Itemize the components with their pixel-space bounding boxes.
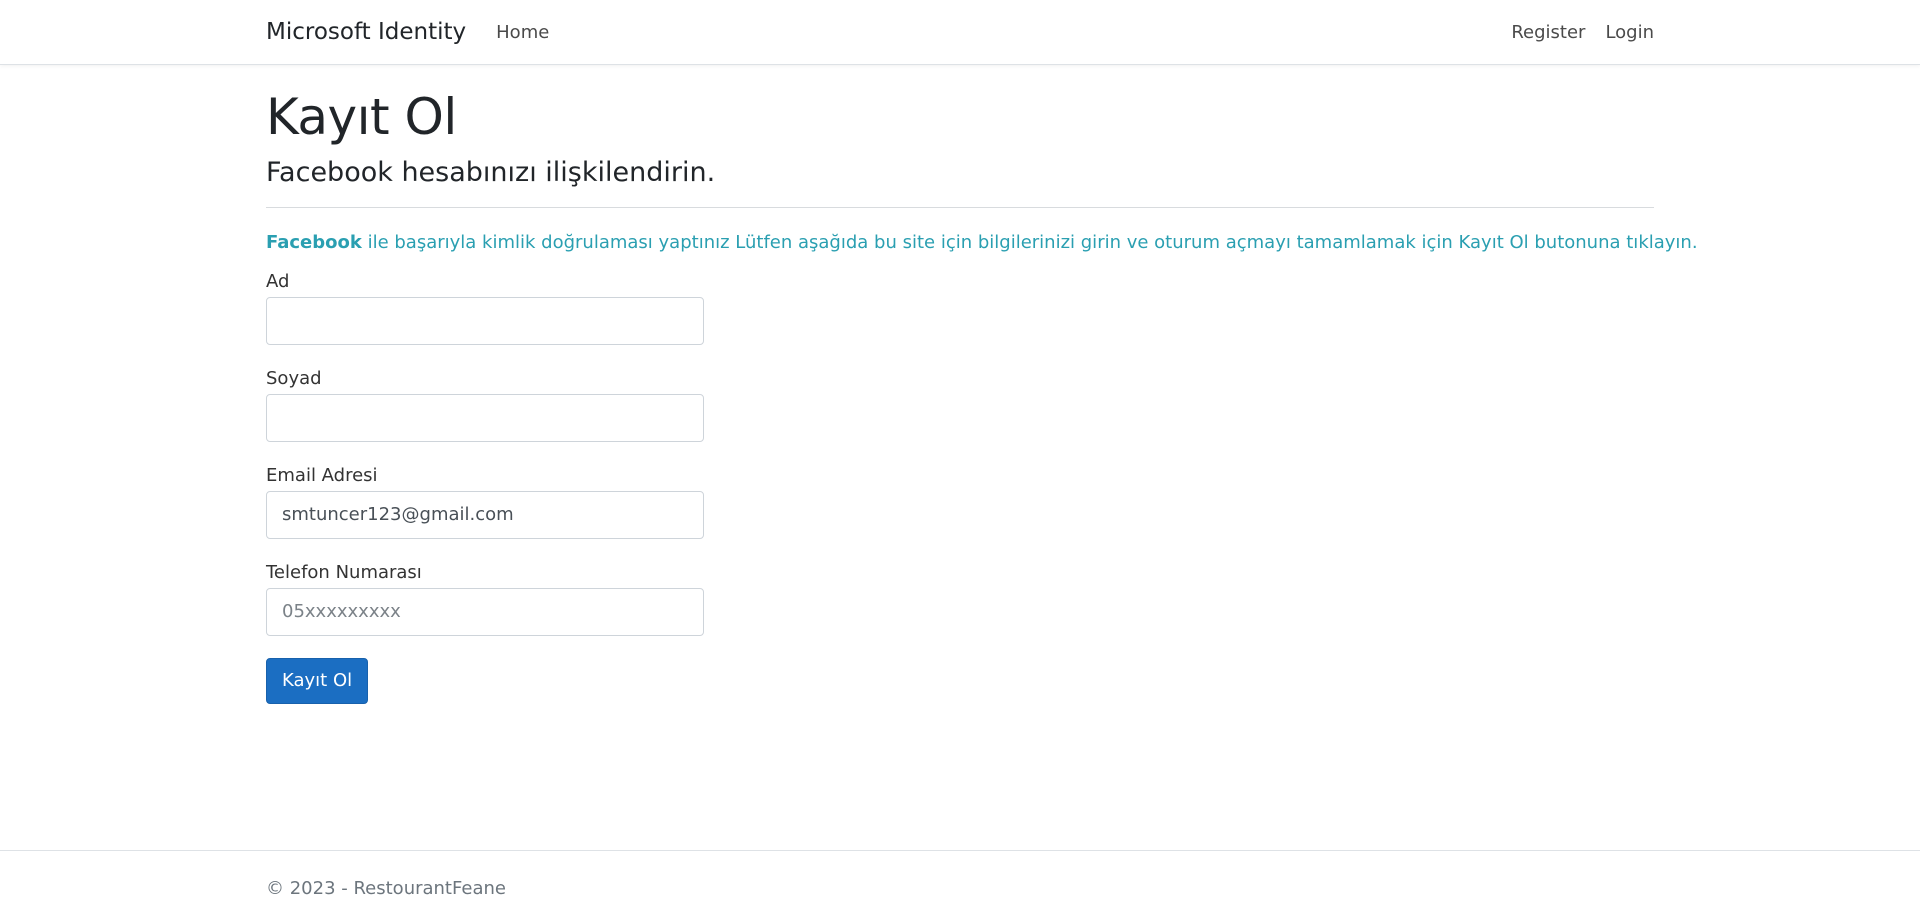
- phone-input[interactable]: [266, 587, 704, 636]
- main-content: Kayıt Ol Facebook hesabınızı ilişkilendi…: [266, 65, 1698, 704]
- nav-register-link[interactable]: Register: [1511, 22, 1585, 43]
- first-name-input[interactable]: [266, 296, 704, 345]
- page-title: Kayıt Ol: [266, 88, 457, 146]
- email-group: Email Adresi: [266, 465, 704, 539]
- email-input[interactable]: [266, 490, 704, 539]
- divider: [266, 206, 1654, 208]
- last-name-label: Soyad: [266, 367, 322, 389]
- navbar: Microsoft Identity Home Register Login: [0, 0, 1920, 65]
- register-form: Ad Soyad Email Adresi Telefon Numarası K…: [266, 271, 704, 704]
- email-label: Email Adresi: [266, 464, 378, 486]
- phone-label: Telefon Numarası: [266, 561, 422, 583]
- info-provider: Facebook: [266, 231, 362, 253]
- info-message: Facebook ile başarıyla kimlik doğrulamas…: [266, 231, 1698, 253]
- nav-login-link[interactable]: Login: [1605, 22, 1654, 43]
- last-name-input[interactable]: [266, 393, 704, 442]
- info-text: ile başarıyla kimlik doğrulaması yaptını…: [361, 231, 1698, 253]
- nav-account-links: Register Login: [1511, 22, 1654, 43]
- nav-home-link[interactable]: Home: [496, 22, 549, 43]
- last-name-group: Soyad: [266, 368, 704, 442]
- register-submit-button[interactable]: Kayıt Ol: [266, 657, 369, 704]
- page-subtitle: Facebook hesabınızı ilişkilendirin.: [266, 156, 716, 188]
- phone-group: Telefon Numarası: [266, 562, 704, 636]
- footer-copyright: © 2023 - RestourantFeane: [266, 878, 506, 899]
- navbar-container: Microsoft Identity Home Register Login: [266, 0, 1654, 64]
- first-name-group: Ad: [266, 271, 704, 345]
- first-name-label: Ad: [266, 270, 290, 292]
- footer: © 2023 - RestourantFeane: [0, 850, 1920, 922]
- brand-link[interactable]: Microsoft Identity: [266, 19, 466, 45]
